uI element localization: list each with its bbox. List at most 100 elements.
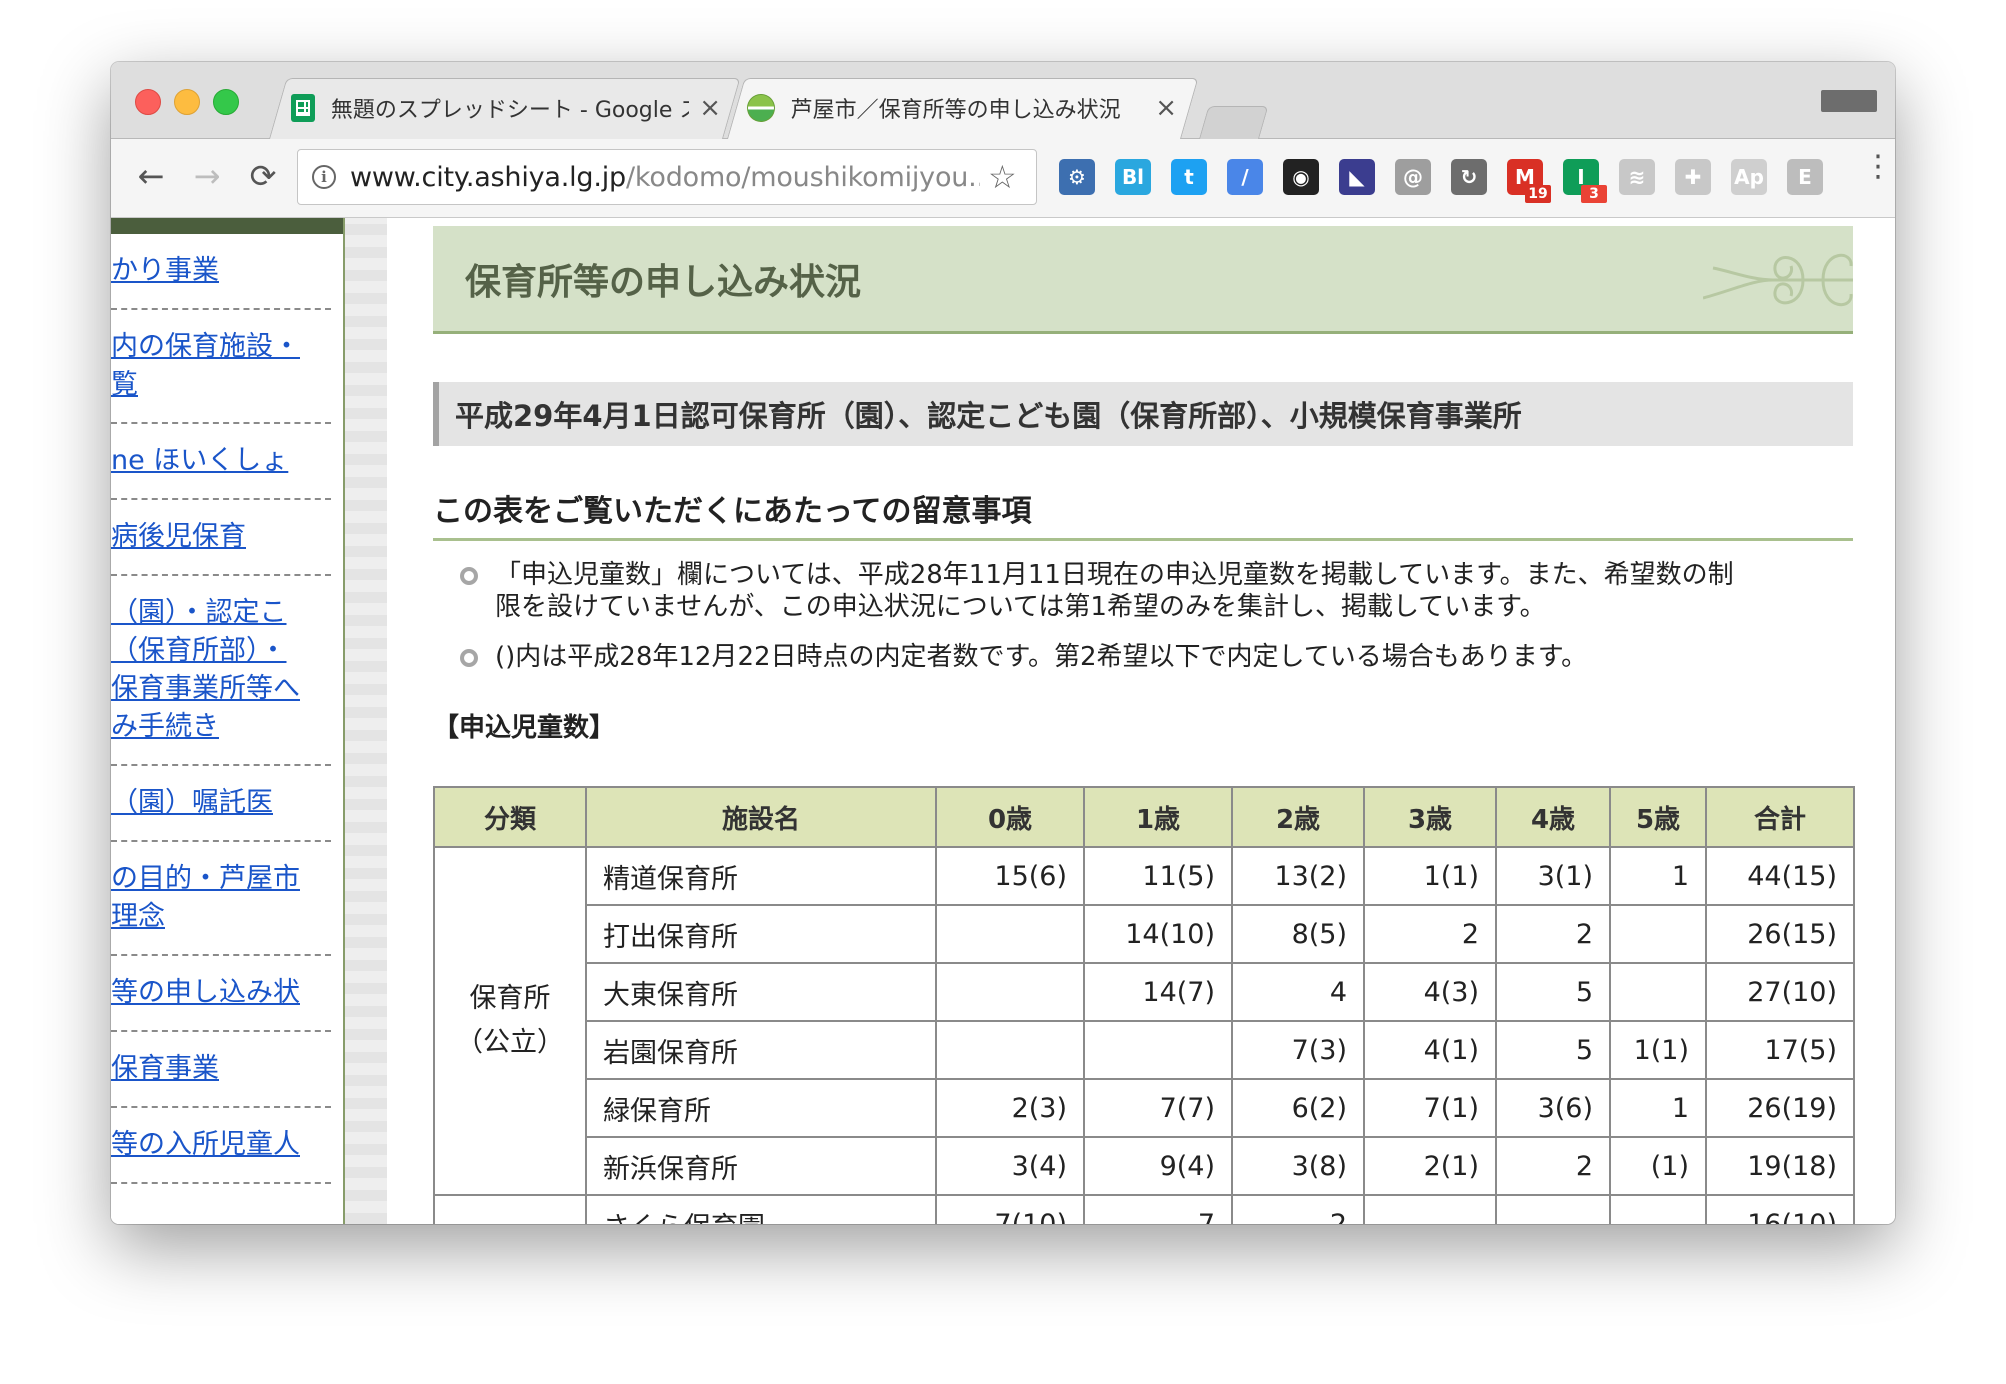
- sidebar-item: 等の申し込み状: [111, 956, 331, 1032]
- count-cell: 15(6): [935, 846, 1085, 906]
- inbox-ext-icon[interactable]: I3: [1563, 159, 1607, 203]
- count-cell: 5: [1495, 962, 1611, 1022]
- count-cell: 6(2): [1231, 1078, 1365, 1138]
- eyedropper-ext-icon[interactable]: /: [1227, 159, 1263, 195]
- gmail-ext-icon[interactable]: M 19: [1507, 159, 1551, 203]
- count-cell: 2: [1231, 1194, 1365, 1224]
- count-cell: 11(5): [1083, 846, 1233, 906]
- sidebar-link[interactable]: 病後児保育: [111, 518, 331, 556]
- sidebar-link[interactable]: （園）嘱託医: [111, 784, 331, 822]
- tab-spreadsheet-content[interactable]: 無題のスプレッドシート - Google スプレッドシート ×: [291, 78, 721, 138]
- column-header: 1歳: [1083, 786, 1233, 848]
- info-icon[interactable]: i: [312, 165, 336, 189]
- count-cell: 17(5): [1705, 1020, 1855, 1080]
- count-cell: 7(10): [935, 1194, 1085, 1224]
- facility-name-cell: 精道保育所: [585, 846, 937, 906]
- close-tab-icon[interactable]: ×: [699, 93, 721, 123]
- mail-ext-icon[interactable]: @: [1395, 159, 1431, 195]
- color-wheel-ext-icon[interactable]: ◉: [1283, 159, 1319, 195]
- address-bar[interactable]: i www.city.ashiya.lg.jp/kodomo/moushikom…: [297, 149, 1037, 205]
- count-cell: [1495, 1194, 1611, 1224]
- browser-window: 無題のスプレッドシート - Google スプレッドシート × 芦屋市／保育所等…: [111, 62, 1895, 1224]
- zoom-window-button[interactable]: [213, 89, 239, 115]
- sidebar-link[interactable]: ne ほいくしょ: [111, 442, 331, 480]
- bookmark-star-icon[interactable]: ☆: [988, 158, 1017, 196]
- tab-ashiya-content[interactable]: 芦屋市／保育所等の申し込み状況 ×: [747, 78, 1177, 138]
- extension-glyph: t: [1184, 165, 1194, 189]
- count-cell: 1: [1609, 1078, 1707, 1138]
- sidebar-link[interactable]: 内の保育施設・覧: [111, 328, 331, 404]
- count-cell: 7(1): [1363, 1078, 1497, 1138]
- url-path: /kodomo/moushikomijyou...: [626, 161, 980, 193]
- puzzle-ext-icon[interactable]: ✚: [1675, 159, 1711, 195]
- extension-glyph: ≋: [1628, 165, 1646, 189]
- notes-heading: この表をご覧いただくにあたっての留意事項: [433, 486, 1853, 541]
- speed-ext-icon[interactable]: ◣: [1339, 159, 1375, 195]
- tab-title: 芦屋市／保育所等の申し込み状況: [790, 98, 1121, 123]
- ap-ext-icon[interactable]: Ap: [1731, 159, 1767, 195]
- column-header: 合計: [1705, 786, 1855, 848]
- sidebar-link[interactable]: の目的・芦屋市 理念: [111, 860, 331, 936]
- forward-button[interactable]: →: [187, 156, 227, 196]
- sidebar-link-line: 病後児保育: [111, 521, 246, 552]
- count-cell: 4(3): [1363, 962, 1497, 1022]
- table-row: 新浜保育所 3(4) 9(4) 3(8) 2(1) 2 (1) 19(18): [434, 1136, 1855, 1196]
- refresh-ext-icon[interactable]: ↻: [1451, 159, 1487, 195]
- minimize-window-button[interactable]: [174, 89, 200, 115]
- sidebar-link-line: 内の保育施設・: [111, 331, 300, 362]
- applications-table: 分類 施設名 0歳 1歳 2歳 3歳 4歳 5歳 合計 保育所 （公立） 精道保育所 15(6) 11(…: [433, 786, 1855, 1224]
- page-gutter: [345, 218, 387, 1224]
- twitter-ext-icon[interactable]: t: [1171, 159, 1207, 195]
- profile-button[interactable]: [1821, 90, 1877, 112]
- count-cell: 7(3): [1231, 1020, 1365, 1080]
- reload-button[interactable]: ⟳: [243, 156, 283, 196]
- count-cell: 1: [1609, 846, 1707, 906]
- sheets-icon: [291, 94, 315, 122]
- count-cell: 44(15): [1705, 846, 1855, 906]
- table-header-row: 分類 施設名 0歳 1歳 2歳 3歳 4歳 5歳 合計: [433, 786, 1855, 848]
- url-text[interactable]: www.city.ashiya.lg.jp/kodomo/moushikomij…: [350, 162, 980, 193]
- decorative-ornament-icon: [1703, 253, 1853, 307]
- extension-glyph: @: [1403, 165, 1423, 189]
- sidebar-link-line: 理念: [111, 901, 165, 932]
- table-caption: 【申込児童数】: [433, 713, 616, 743]
- count-cell: 2: [1495, 904, 1611, 964]
- extension-glyph: ◉: [1292, 165, 1310, 189]
- sidebar-link-line: 保育事業: [111, 1053, 219, 1084]
- browser-menu-icon[interactable]: ⋮: [1863, 152, 1893, 195]
- sidebar-link-line: の目的・芦屋市: [111, 863, 300, 894]
- table-row: 緑保育所 2(3) 7(7) 6(2) 7(1) 3(6) 1 26(19): [434, 1078, 1855, 1138]
- settings-ext-icon[interactable]: ⚙: [1059, 159, 1095, 195]
- count-cell: 13(2): [1231, 846, 1365, 906]
- sidebar-link[interactable]: （園）・認定こ （保育所部）・ 保育事業所等へ み手続き: [111, 594, 331, 746]
- sidebar-item: （園）・認定こ （保育所部）・ 保育事業所等へ み手続き: [111, 576, 331, 766]
- count-cell: 14(10): [1083, 904, 1233, 964]
- count-cell: 14(7): [1083, 962, 1233, 1022]
- sidebar-link-line: 保育事業所等へ: [111, 673, 300, 704]
- sidebar-link[interactable]: 等の申し込み状: [111, 974, 331, 1012]
- sidebar-link[interactable]: 等の入所児童人: [111, 1126, 331, 1164]
- sidebar-item: ne ほいくしょ: [111, 424, 331, 500]
- count-cell: 26(19): [1705, 1078, 1855, 1138]
- sidebar-link[interactable]: 保育事業: [111, 1050, 331, 1088]
- back-button[interactable]: ←: [131, 156, 171, 196]
- count-cell: [1363, 1194, 1497, 1224]
- table-row: 打出保育所 14(10) 8(5) 2 2 26(15): [434, 904, 1855, 964]
- close-window-button[interactable]: [135, 89, 161, 115]
- sidebar-item: かり事業: [111, 234, 331, 310]
- new-tab-button[interactable]: [1199, 106, 1269, 139]
- sidebar-link[interactable]: かり事業: [111, 252, 331, 290]
- column-header: 分類: [433, 786, 587, 848]
- column-header: 4歳: [1495, 786, 1611, 848]
- column-header: 0歳: [935, 786, 1085, 848]
- sidebar-link-line: み手続き: [111, 711, 219, 742]
- close-tab-icon[interactable]: ×: [1155, 93, 1177, 123]
- rss-ext-icon[interactable]: ≋: [1619, 159, 1655, 195]
- sidebar-link-line: 等の入所児童人: [111, 1129, 300, 1160]
- note-line: 「申込児童数」欄については、平成28年11月11日現在の申込児童数を掲載していま…: [495, 560, 1734, 590]
- e-ext-icon[interactable]: E: [1787, 159, 1823, 195]
- count-cell: [1083, 1020, 1233, 1080]
- facility-name-cell: 緑保育所: [585, 1078, 937, 1138]
- bl-ext-icon[interactable]: Bl: [1115, 159, 1151, 195]
- page-title: 保育所等の申し込み状況: [465, 261, 862, 303]
